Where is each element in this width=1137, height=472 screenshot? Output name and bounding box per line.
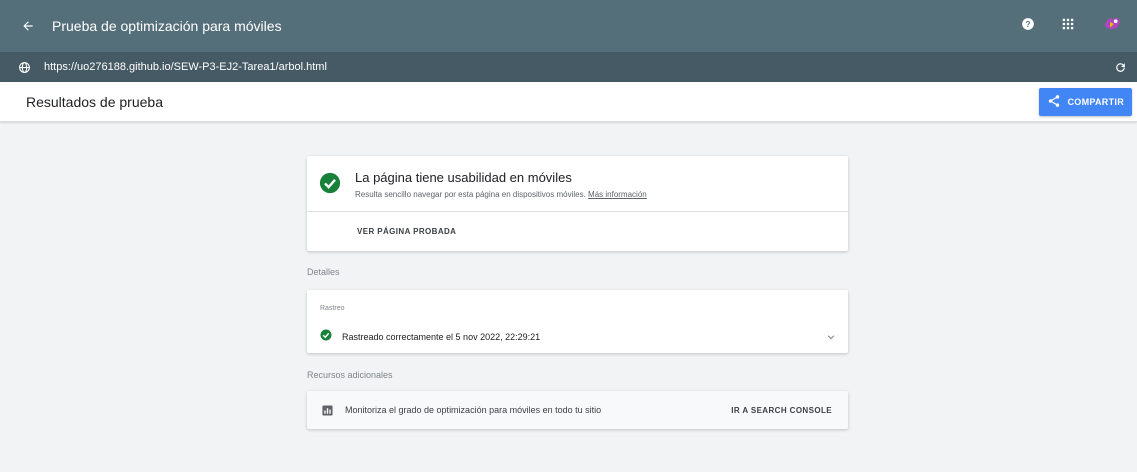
svg-text:?: ? (1026, 19, 1031, 28)
result-actions: VER PÁGINA PROBADA (307, 212, 848, 250)
chevron-down-icon[interactable] (826, 332, 836, 342)
results-header: Resultados de prueba COMPARTIR (0, 82, 1137, 122)
crawl-card[interactable]: Rastreo Rastreado correctamente el 5 nov… (307, 290, 848, 353)
help-circle-icon[interactable]: ? (1021, 17, 1035, 36)
crawl-check-icon (320, 328, 332, 346)
crawl-label: Rastreo (320, 305, 345, 312)
page-title: Resultados de prueba (26, 93, 163, 110)
bar-chart-icon (322, 404, 333, 416)
result-subtitle: Resulta sencillo navegar por esta página… (355, 190, 647, 199)
search-console-link[interactable]: IR A SEARCH CONSOLE (731, 406, 832, 415)
crawl-status: Rastreado correctamente el 5 nov 2022, 2… (342, 332, 541, 342)
url-bar: https://uo276188.github.io/SEW-P3-EJ2-Ta… (0, 52, 1137, 82)
app-title: Prueba de optimización para móviles (52, 18, 282, 34)
result-description: Resulta sencillo navegar por esta página… (355, 190, 586, 199)
crawl-row[interactable]: Rastreado correctamente el 5 nov 2022, 2… (320, 328, 836, 346)
resources-text: Monitoriza el grado de optimización para… (345, 405, 602, 415)
share-icon (1047, 94, 1061, 110)
user-avatar-icon[interactable] (1101, 13, 1123, 40)
details-label: Detalles (307, 267, 340, 277)
apps-grid-icon[interactable] (1061, 17, 1075, 36)
back-arrow-icon[interactable] (8, 19, 48, 33)
globe-icon (4, 61, 44, 74)
result-text: La página tiene usabilidad en móviles Re… (355, 170, 647, 199)
share-button[interactable]: COMPARTIR (1039, 87, 1132, 116)
tested-url: https://uo276188.github.io/SEW-P3-EJ2-Ta… (44, 61, 327, 73)
check-circle-icon (319, 172, 341, 199)
result-title: La página tiene usabilidad en móviles (355, 170, 572, 185)
reload-icon[interactable] (1114, 61, 1127, 74)
share-label: COMPARTIR (1067, 96, 1124, 107)
resources-label: Recursos adicionales (307, 370, 393, 380)
result-summary: La página tiene usabilidad en móviles Re… (307, 156, 848, 212)
app-top-bar: Prueba de optimización para móviles ? (0, 0, 1137, 52)
topbar-actions: ? (1021, 13, 1123, 40)
view-tested-page-button[interactable]: VER PÁGINA PROBADA (357, 227, 456, 236)
result-card: La página tiene usabilidad en móviles Re… (307, 156, 848, 251)
more-info-link[interactable]: Más información (588, 190, 647, 199)
resources-card: Monitoriza el grado de optimización para… (307, 391, 848, 429)
